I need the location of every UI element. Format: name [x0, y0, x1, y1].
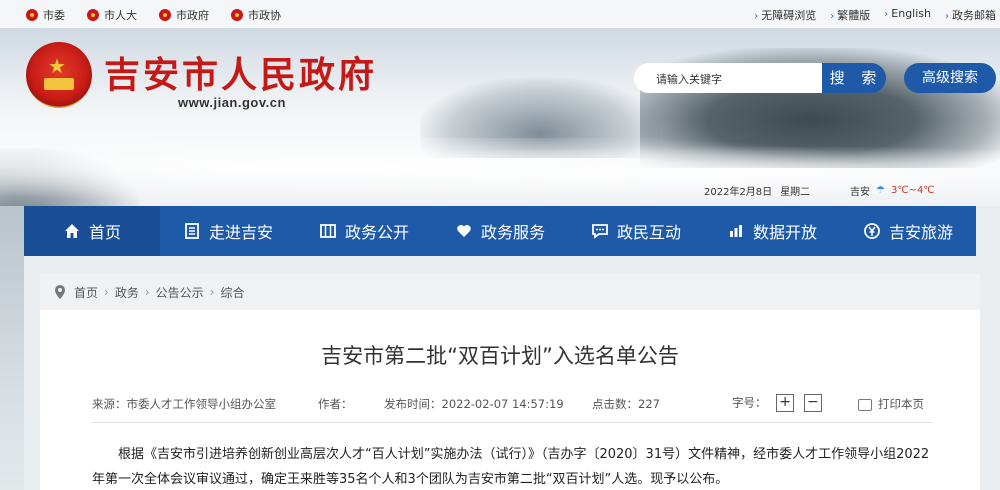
nav-item-tourism[interactable]: 吉安旅游: [840, 206, 976, 256]
font-increase-button[interactable]: +: [776, 394, 795, 412]
breadcrumb-affairs[interactable]: 政务: [115, 284, 139, 301]
tool-label: 繁體版: [837, 9, 871, 22]
print-label: 打印本页: [878, 397, 924, 411]
chat-icon: [591, 222, 609, 240]
nav-label: 吉安旅游: [888, 223, 953, 242]
nav-label: 政民互动: [616, 223, 681, 242]
top-link-label: 市人大: [104, 9, 137, 22]
yuan-icon: [863, 222, 881, 240]
printer-icon: [858, 398, 872, 411]
site-title: 吉安市人民政府: [104, 54, 378, 96]
location-pin-icon: [55, 285, 65, 299]
nav-label: 首页: [88, 223, 121, 242]
nav-item-services[interactable]: 政务服务: [432, 206, 568, 256]
article-source: 来源：市委人才工作领导小组办公室: [92, 397, 276, 411]
chevron-right-icon: ›: [754, 11, 759, 22]
article-body: 根据《吉安市引进培养创新创业高层次人才“百人计划”实施办法（试行）》（吉办字〔2…: [92, 442, 932, 490]
article-clicks: 点击数：227: [592, 397, 660, 411]
breadcrumb-separator: ›: [144, 285, 150, 299]
tool-label: English: [891, 7, 931, 20]
breadcrumb-separator: ›: [209, 285, 215, 299]
weather-temperature: 3℃~4℃: [890, 185, 935, 196]
national-emblem-logo: ★: [26, 42, 92, 108]
columns-icon: [319, 222, 337, 240]
rain-cloud-icon: ☂: [876, 185, 885, 196]
nav-label: 数据开放: [752, 223, 817, 242]
star-icon: ★: [48, 54, 66, 78]
font-size-label: 字号：: [732, 395, 767, 410]
top-bar: 市委 市人大 市政府 市政协 › 无障碍浏览 › 繁體版 › English › 政务邮…: [0, 0, 1000, 28]
article-author: 作者：: [318, 397, 353, 411]
chevron-right-icon: ›: [830, 11, 835, 22]
npc-emblem-icon: [87, 9, 99, 21]
breadcrumb-general[interactable]: 综合: [220, 284, 244, 301]
breadcrumb-notices[interactable]: 公告公示: [156, 284, 204, 301]
top-links: 市委 市人大 市政府 市政协: [26, 7, 281, 23]
cppcc-emblem-icon: [231, 9, 243, 21]
top-link-gov[interactable]: 市政府: [159, 7, 209, 23]
article-title: 吉安市第二批“双百计划”入选名单公告: [321, 344, 679, 368]
top-link-label: 市政府: [176, 9, 209, 22]
font-decrease-button[interactable]: −: [803, 394, 822, 412]
search-input[interactable]: 请输入关键字: [634, 63, 824, 93]
home-icon: [63, 222, 81, 240]
book-icon: [183, 222, 201, 240]
nav-item-gov-affairs[interactable]: 政务公开: [296, 206, 432, 256]
weekday-text: 星期二: [780, 187, 811, 198]
chevron-right-icon: ›: [884, 9, 889, 20]
top-link-label: 市政协: [248, 9, 281, 22]
breadcrumb: 首页 › 政务 › 公告公示 › 综合: [40, 274, 980, 310]
nav-item-about[interactable]: 走进吉安: [160, 206, 296, 256]
tool-label: 政务邮箱: [952, 9, 996, 22]
print-button[interactable]: 打印本页: [858, 396, 924, 412]
top-tools: › 无障碍浏览 › 繁體版 › English › 政务邮箱: [754, 7, 996, 23]
english-link[interactable]: › English: [884, 7, 931, 23]
nav-item-home[interactable]: 首页: [24, 206, 160, 256]
article-paragraph: 根据《吉安市引进培养创新创业高层次人才“百人计划”实施办法（试行）》（吉办字〔2…: [92, 447, 930, 487]
top-link-cppcc[interactable]: 市政协: [231, 7, 281, 23]
top-link-npc[interactable]: 市人大: [87, 7, 137, 23]
advanced-search-button[interactable]: 高级搜索: [904, 63, 996, 93]
breadcrumb-home[interactable]: 首页: [74, 284, 98, 301]
font-size-control: 字号： + −: [732, 394, 822, 412]
party-emblem-icon: [26, 9, 38, 21]
top-link-party[interactable]: 市委: [26, 7, 65, 23]
heart-hands-icon: [455, 222, 473, 240]
weather-city: 吉安: [850, 187, 870, 198]
weather-widget: 吉安 ☂ 3℃~4℃: [850, 183, 935, 198]
nav-label: 政务公开: [344, 223, 409, 242]
top-link-label: 市委: [43, 9, 65, 22]
meta-divider: [92, 422, 932, 423]
date-text: 2022年2月8日: [704, 187, 773, 198]
article-publish-time: 发布时间：2022-02-07 14:57:19: [384, 397, 564, 411]
gov-mail-link[interactable]: › 政务邮箱: [945, 7, 996, 23]
bar-chart-icon: [727, 222, 745, 240]
nav-item-open-data[interactable]: 数据开放: [704, 206, 840, 256]
site-url: www.jian.gov.cn: [178, 95, 286, 110]
main-nav: 首页 走进吉安 政务公开 政务服务 政民互动 数据开放 吉安旅游: [24, 206, 976, 256]
nav-item-interaction[interactable]: 政民互动: [568, 206, 704, 256]
gov-emblem-icon: [159, 9, 171, 21]
chevron-right-icon: ›: [945, 11, 949, 22]
date-display: 2022年2月8日 星期二: [704, 183, 818, 198]
gate-icon: [44, 78, 74, 90]
tool-label: 无障碍浏览: [761, 9, 817, 22]
nav-label: 走进吉安: [208, 223, 273, 242]
traditional-chinese-link[interactable]: › 繁體版: [830, 7, 870, 23]
nav-label: 政务服务: [480, 223, 545, 242]
search-button[interactable]: 搜 索: [822, 63, 886, 93]
accessibility-link[interactable]: › 无障碍浏览: [754, 7, 816, 23]
breadcrumb-separator: ›: [104, 285, 109, 299]
